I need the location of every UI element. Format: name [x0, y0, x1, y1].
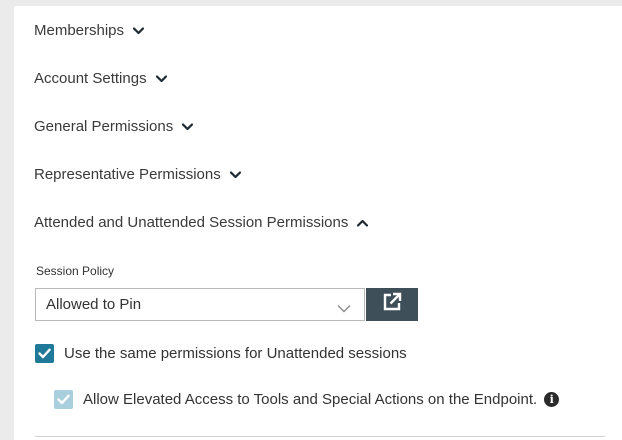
section-general-permissions[interactable]: General Permissions [34, 118, 194, 135]
section-account-settings[interactable]: Account Settings [34, 70, 167, 87]
section-label: Account Settings [34, 70, 147, 87]
elevated-access-checkbox [54, 390, 73, 409]
section-label: Memberships [34, 22, 125, 39]
section-label: Representative Permissions [34, 166, 221, 183]
chevron-down-icon [155, 74, 167, 83]
chevron-down-icon [133, 26, 145, 35]
section-memberships[interactable]: Memberships [34, 22, 145, 39]
checkmark-icon [57, 394, 70, 405]
section-session-permissions[interactable]: Attended and Unattended Session Permissi… [34, 214, 369, 231]
section-representative-permissions[interactable]: Representative Permissions [34, 166, 241, 183]
section-label: Attended and Unattended Session Permissi… [34, 214, 349, 231]
divider [35, 436, 605, 437]
section-label: General Permissions [34, 118, 174, 135]
session-policy-value: Allowed to Pin [46, 296, 142, 313]
elevated-access-label: Allow Elevated Access to Tools and Speci… [83, 391, 538, 408]
same-permissions-label[interactable]: Use the same permissions for Unattended … [64, 345, 407, 362]
chevron-up-icon [357, 219, 369, 227]
same-permissions-checkbox[interactable] [35, 344, 54, 363]
chevron-down-icon [337, 300, 351, 313]
external-link-icon [382, 292, 402, 317]
checkmark-icon [38, 348, 51, 359]
chevron-down-icon [229, 170, 241, 179]
info-icon[interactable]: i [544, 392, 560, 407]
elevated-access-row: Allow Elevated Access to Tools and Speci… [54, 390, 560, 409]
session-policy-select[interactable]: Allowed to Pin [35, 288, 365, 321]
session-policy-label: Session Policy [36, 264, 115, 278]
permissions-panel: Memberships Account Settings General Per… [14, 6, 622, 440]
same-permissions-row: Use the same permissions for Unattended … [35, 344, 407, 363]
chevron-down-icon [182, 122, 194, 131]
open-session-policy-button[interactable] [366, 288, 418, 321]
